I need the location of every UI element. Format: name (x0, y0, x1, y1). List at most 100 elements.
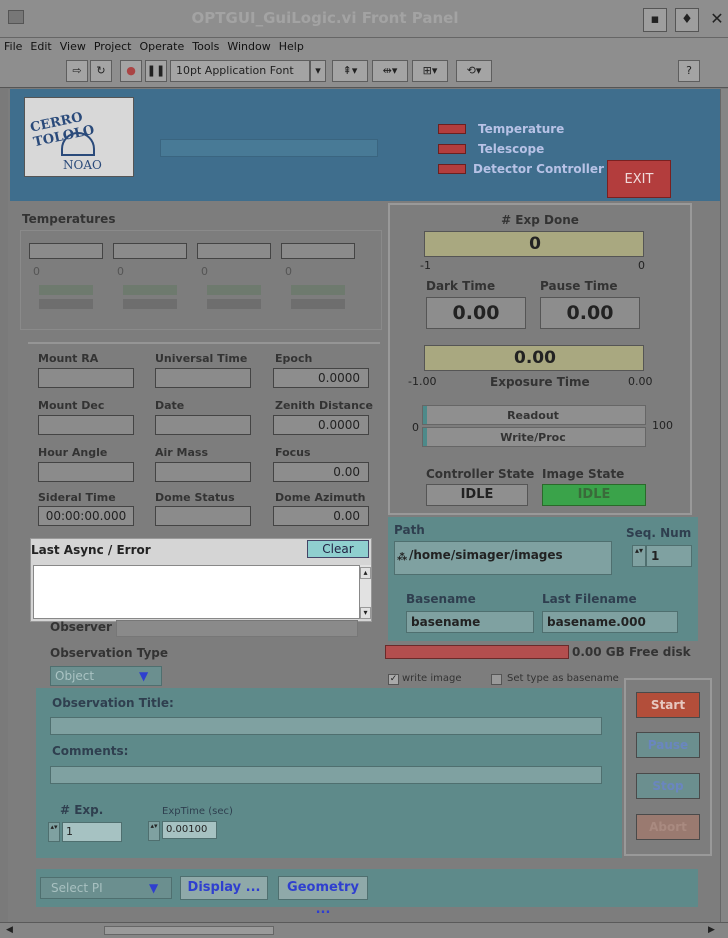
zenith-distance-field: 0.0000 (273, 415, 369, 435)
vertical-scrollbar[interactable] (720, 89, 728, 924)
air-mass-field (155, 462, 251, 482)
scroll-left-icon[interactable]: ◀ (6, 925, 13, 935)
dark-time-label: Dark Time (426, 279, 496, 293)
observation-type-select[interactable]: Object ▼ (50, 666, 162, 686)
comments-field[interactable] (50, 766, 602, 784)
temp-value-1: 0 (33, 265, 40, 278)
menu-file[interactable]: File (0, 38, 26, 53)
stop-button[interactable]: Stop (636, 773, 700, 799)
exposure-group: # Exp Done 0 -1 0 Dark Time 0.00 Pause T… (388, 203, 692, 515)
menu-edit[interactable]: Edit (26, 38, 55, 53)
num-exp-field[interactable]: 1 (62, 822, 122, 842)
telescope-led (438, 144, 466, 154)
observation-type-label: Observation Type (50, 646, 169, 660)
menu-tools[interactable]: Tools (188, 38, 223, 53)
last-filename-label: Last Filename (542, 592, 637, 606)
seq-num-field[interactable]: 1 (646, 545, 692, 567)
menu-project[interactable]: Project (90, 38, 136, 53)
writeproc-progress-bar: Write/Proc (422, 427, 646, 447)
exposure-time-bar: 0.00 (424, 345, 644, 371)
resize-objects-icon[interactable]: ⊞▾ (412, 60, 448, 82)
clear-button[interactable]: Clear (307, 540, 369, 558)
help-icon[interactable]: ? (678, 60, 700, 82)
telescope-info-group: Mount RA Universal Time Epoch 0.0000 Mou… (28, 342, 380, 532)
pause-time-value: 0.00 (540, 297, 640, 329)
controller-state-value: IDLE (426, 484, 528, 506)
window-title: OPTGUI_GuiLogic.vi Front Panel (191, 9, 459, 27)
maximize-button[interactable]: ♦ (675, 8, 699, 32)
path-field[interactable]: ⁂ /home/simager/images (394, 541, 612, 575)
temp-value-4: 0 (285, 265, 292, 278)
date-field (155, 415, 251, 435)
bottom-bar: Select PI ▼ Display ... Geometry ... (36, 869, 698, 917)
exptime-stepper[interactable]: ▴▾ (148, 821, 160, 841)
menu-window[interactable]: Window (223, 38, 274, 53)
exp-done-bar: 0 (424, 231, 644, 257)
zenith-distance-label: Zenith Distance (275, 399, 373, 412)
scroll-right-icon[interactable]: ▶ (708, 925, 715, 935)
chevron-down-icon: ▼ (149, 881, 159, 895)
detector-status-label: Detector Controller (473, 162, 604, 176)
select-pi-dropdown[interactable]: Select PI ▼ (40, 877, 172, 899)
basename-field[interactable]: basename (406, 611, 534, 633)
textbox-scrollbar[interactable]: ▴ ▾ (359, 565, 371, 619)
exposure-time-label: Exposure Time (490, 375, 590, 389)
sideral-time-field: 00:00:00.000 (38, 506, 134, 526)
title-bar: OPTGUI_GuiLogic.vi Front Panel ▪ ♦ ✕ (0, 0, 728, 38)
start-button[interactable]: Start (636, 692, 700, 718)
observation-title-field[interactable] (50, 717, 602, 735)
exptime-field[interactable]: 0.00100 (162, 821, 217, 839)
menu-view[interactable]: View (56, 38, 90, 53)
set-type-label: Set type as basename (507, 673, 619, 684)
dome-azimuth-label: Dome Azimuth (275, 491, 366, 504)
observation-type-value: Object (55, 669, 95, 683)
pause-button[interactable]: Pause (636, 732, 700, 758)
horizontal-scroll-thumb[interactable] (104, 926, 274, 935)
focus-field: 0.00 (273, 462, 369, 482)
detector-led (438, 164, 466, 174)
exit-button[interactable]: EXIT (607, 160, 671, 198)
telescope-status-label: Telescope (478, 142, 545, 156)
pause-icon[interactable]: ❚❚ (145, 60, 167, 82)
geometry-button[interactable]: Geometry ... (278, 876, 368, 917)
minimize-button[interactable]: ▪ (643, 8, 667, 32)
seq-num-stepper[interactable]: ▴▾ (632, 545, 646, 567)
reorder-icon[interactable]: ⟲▾ (456, 60, 492, 82)
menu-bar: File Edit View Project Operate Tools Window Hel… (0, 38, 728, 56)
universal-time-label: Universal Time (155, 352, 248, 365)
readout-progress-bar: Readout (422, 405, 646, 425)
logo-text-bottom: NOAO (63, 158, 102, 172)
run-continuous-icon[interactable]: ↻ (90, 60, 112, 82)
focus-label: Focus (275, 446, 311, 459)
display-button[interactable]: Display ... (180, 876, 268, 900)
font-dropdown-icon[interactable]: ▾ (310, 60, 326, 82)
temperatures-title: Temperatures (22, 212, 116, 226)
menu-help[interactable]: Help (275, 38, 308, 53)
epoch-label: Epoch (275, 352, 313, 365)
exposure-time-min: -1.00 (408, 375, 437, 388)
temp-gauge-4: 0 (281, 243, 355, 323)
observer-field[interactable] (116, 620, 358, 637)
exposure-time-max: 0.00 (628, 375, 653, 388)
distribute-objects-icon[interactable]: ⇹▾ (372, 60, 408, 82)
path-label: Path (394, 523, 425, 537)
menu-operate[interactable]: Operate (135, 38, 188, 53)
font-selector[interactable]: 10pt Application Font (170, 60, 310, 82)
path-group: Path ⁂ /home/simager/images Seq. Num ▴▾ … (388, 517, 698, 641)
num-exp-stepper[interactable]: ▴▾ (48, 822, 60, 842)
write-image-checkbox[interactable]: ✓ (388, 674, 399, 685)
abort-execution-icon[interactable]: ● (120, 60, 142, 82)
path-browse-icon[interactable]: ⁂ (397, 552, 407, 563)
abort-button[interactable]: Abort (636, 814, 700, 840)
mount-ra-label: Mount RA (38, 352, 99, 365)
controller-state-label: Controller State (426, 467, 535, 481)
async-error-textbox[interactable] (33, 565, 363, 619)
readout-label: Readout (507, 409, 559, 422)
progress-min: 0 (412, 421, 419, 434)
close-button[interactable]: ✕ (706, 8, 728, 32)
ctio-logo: CERRO TOLOLO NOAO (24, 97, 134, 177)
horizontal-scrollbar[interactable]: ◀ ▶ (0, 922, 728, 938)
align-objects-icon[interactable]: ⇞▾ (332, 60, 368, 82)
run-arrow-icon[interactable]: ⇨ (66, 60, 88, 82)
set-type-checkbox[interactable] (491, 674, 502, 685)
